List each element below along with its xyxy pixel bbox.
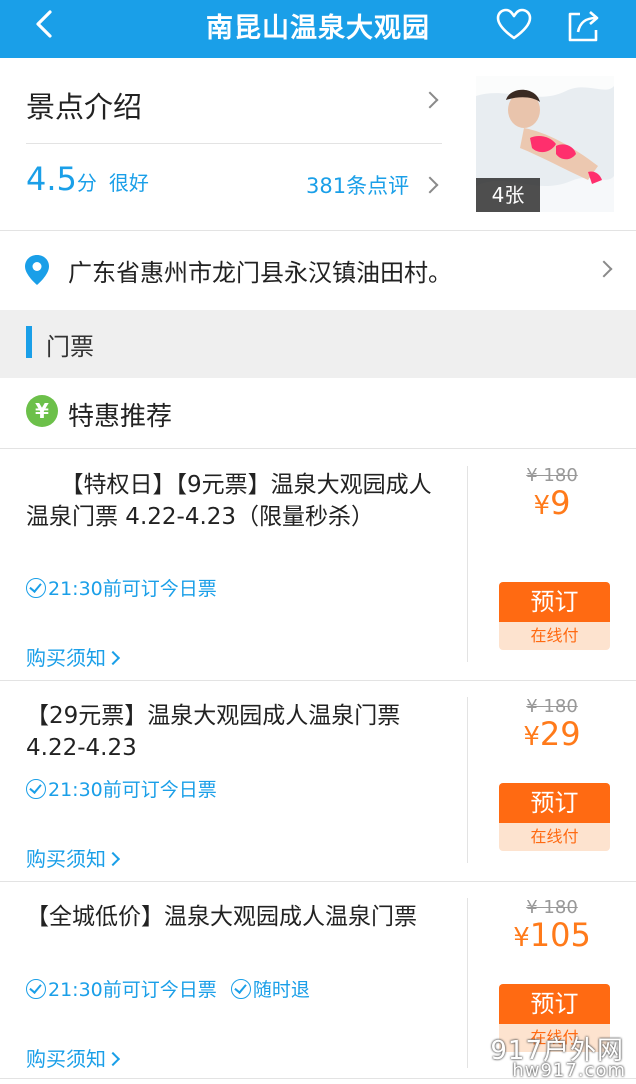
score: 4.5分 很好 [26, 160, 149, 198]
score-level: 很好 [108, 171, 149, 195]
book-label: 预订 [499, 984, 610, 1024]
ticket-note-text: 21:30前可订今日票 [48, 779, 217, 801]
ticket-note: 21:30前可订今日票 随时退 [26, 975, 310, 1002]
original-price: ¥ 180 [526, 897, 578, 918]
book-button[interactable]: 预订 在线付 [499, 783, 610, 851]
share-icon [568, 11, 599, 42]
pay-online-label: 在线付 [499, 823, 610, 851]
purchase-rules-label: 购买须知 [26, 1047, 106, 1071]
price-value: 29 [539, 715, 581, 753]
section-label: 门票 [46, 333, 94, 361]
ticket-name[interactable]: 【29元票】温泉大观园成人温泉门票4.22-4.23 [26, 700, 446, 764]
address-text: 广东省惠州市龙门县永汉镇油田村。 [68, 259, 452, 287]
divider [0, 448, 636, 449]
location-pin-icon [25, 255, 49, 285]
original-price: ¥ 180 [526, 696, 578, 717]
score-value: 4.5 [26, 160, 77, 198]
book-label: 预订 [499, 582, 610, 622]
price-symbol: ¥ [523, 722, 540, 752]
ticket-note: 21:30前可订今日票 [26, 574, 217, 601]
price: ¥9 [468, 484, 636, 522]
section-accent-bar [26, 326, 32, 358]
ticket-name[interactable]: 【全城低价】温泉大观园成人温泉门票 [26, 901, 446, 933]
chevron-right-icon [421, 176, 439, 194]
purchase-rules-label: 购买须知 [26, 847, 106, 871]
chevron-right-icon [105, 650, 121, 666]
ticket-note-text: 21:30前可订今日票 [48, 578, 217, 600]
price-value: 105 [529, 916, 591, 954]
check-circle-icon [26, 578, 46, 598]
special-title: 特惠推荐 [68, 402, 173, 432]
ticket-note-text: 随时退 [252, 979, 310, 1001]
price-symbol: ¥ [533, 491, 551, 521]
check-circle-icon [26, 979, 46, 999]
share-button[interactable] [562, 4, 606, 48]
ticket-note-text: 21:30前可订今日票 [48, 979, 217, 1001]
chevron-right-icon [595, 260, 613, 278]
divider [0, 230, 636, 231]
chevron-right-icon [105, 1051, 121, 1067]
section-header-tickets [0, 310, 636, 378]
purchase-rules-link[interactable]: 购买须知 [26, 642, 121, 671]
score-unit: 分 [76, 171, 97, 195]
divider [0, 680, 636, 681]
divider [26, 143, 442, 144]
intro-title: 景点介绍 [26, 90, 143, 124]
yen-badge-icon: ¥ [26, 395, 58, 427]
chevron-right-icon [105, 851, 121, 867]
book-button[interactable]: 预订 在线付 [499, 582, 610, 650]
price-symbol: ¥ [513, 923, 530, 953]
price: ¥105 [468, 916, 636, 954]
purchase-rules-label: 购买须知 [26, 646, 106, 670]
photo-count: 4张 [476, 178, 540, 212]
purchase-rules-link[interactable]: 购买须知 [26, 1043, 121, 1072]
book-label: 预订 [499, 783, 610, 823]
original-price: ¥ 180 [526, 465, 578, 486]
price-value: 9 [550, 484, 571, 522]
purchase-rules-link[interactable]: 购买须知 [26, 843, 121, 872]
top-bar: 南昆山温泉大观园 [0, 0, 636, 58]
price: ¥29 [468, 715, 636, 753]
chevron-right-icon [421, 91, 439, 109]
check-circle-icon [230, 979, 251, 999]
check-circle-icon [26, 779, 46, 799]
ticket-note: 21:30前可订今日票 [26, 775, 217, 802]
watermark-url: hw917.com [512, 1060, 626, 1081]
reviews-count: 381条点评 [306, 174, 410, 198]
divider [0, 881, 636, 882]
page-title: 南昆山温泉大观园 [206, 13, 430, 44]
heart-icon [496, 8, 532, 40]
ticket-name[interactable]: 【特权日】【9元票】温泉大观园成人温泉门票 4.22-4.23（限量秒杀） [26, 469, 446, 533]
pay-online-label: 在线付 [499, 622, 610, 650]
favorite-button[interactable] [492, 4, 536, 48]
